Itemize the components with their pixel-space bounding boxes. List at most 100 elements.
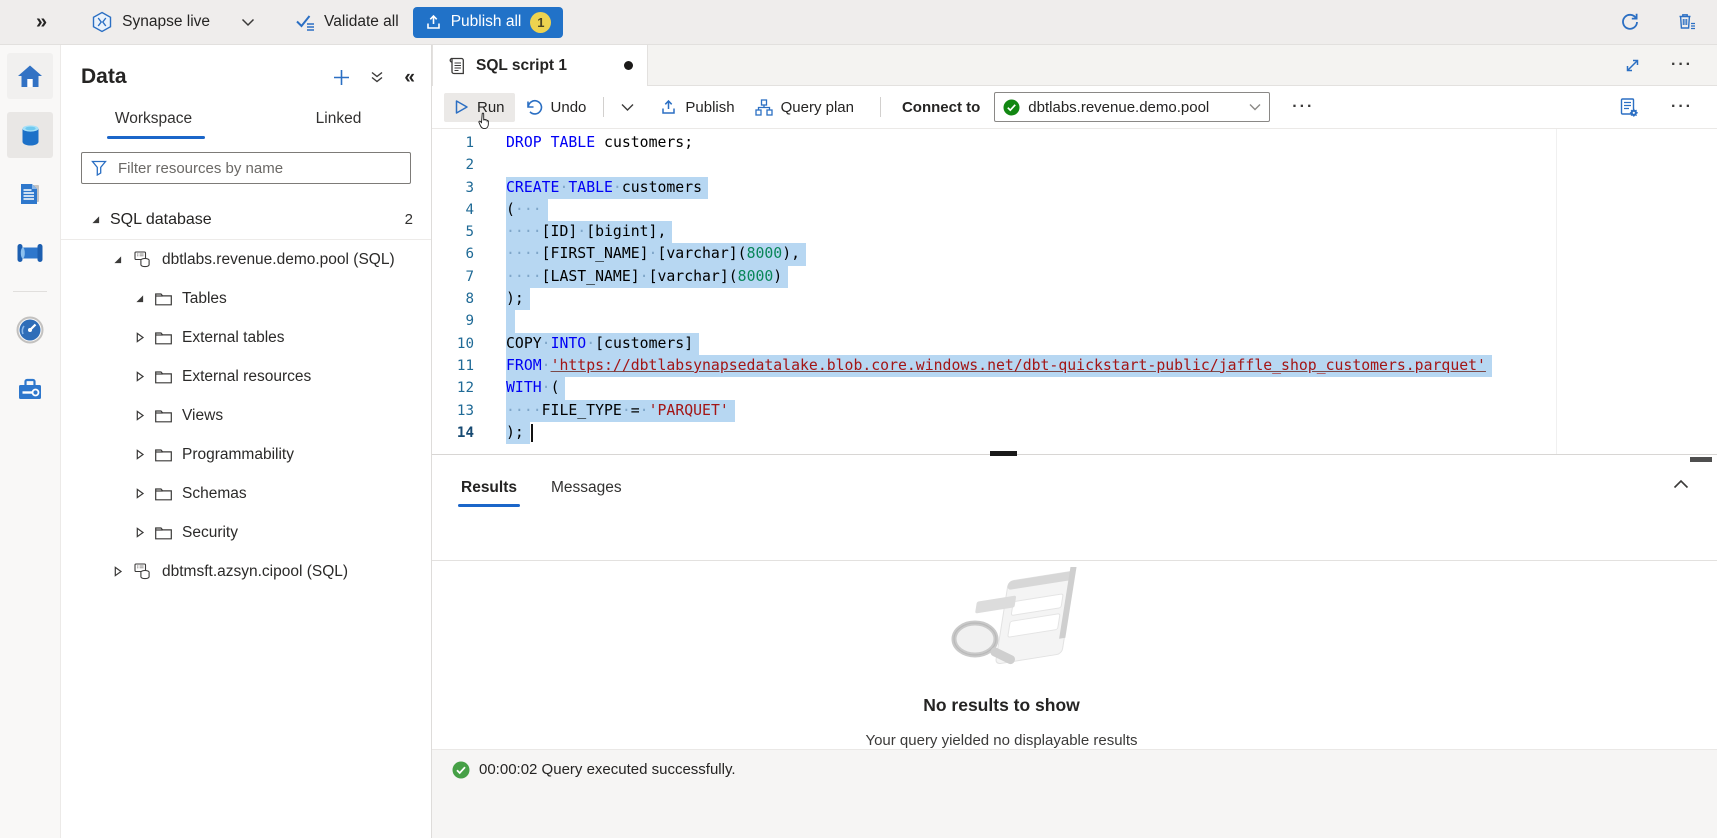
code-line-7[interactable]: 7····[LAST_NAME]·[varchar](8000) (432, 266, 1717, 288)
publish-all-button[interactable]: Publish all 1 (413, 7, 564, 38)
code-line-3[interactable]: 3CREATE·TABLE·customers (432, 177, 1717, 199)
code-line-12[interactable]: 12WITH·( (432, 377, 1717, 399)
toolbox-icon (16, 376, 44, 402)
no-results-subtitle: Your query yielded no displayable result… (432, 732, 1571, 749)
tab-workspace[interactable]: Workspace (61, 101, 246, 139)
nav-develop[interactable] (7, 171, 53, 217)
collapse-toggle-icon[interactable] (133, 293, 145, 304)
expand-toggle-icon[interactable] (133, 488, 145, 499)
code-line-14[interactable]: 14); (432, 422, 1717, 444)
collapse-toggle-icon[interactable] (89, 214, 101, 225)
undo-button[interactable]: Undo (515, 93, 597, 122)
tree-item-views[interactable]: Views (61, 396, 431, 435)
run-options-chevron[interactable] (611, 97, 644, 118)
horizontal-scrollbar-thumb[interactable] (1690, 457, 1712, 462)
query-plan-button[interactable]: Query plan (745, 93, 864, 122)
tree-item-dbtmsft-azsyn-cipool-sql[interactable]: dbtmsft.azsyn.cipool (SQL) (61, 552, 431, 591)
code-line-8[interactable]: 8); (432, 288, 1717, 310)
properties-icon[interactable] (1619, 97, 1639, 118)
code-line-13[interactable]: 13····FILE_TYPE·=·'PARQUET' (432, 400, 1717, 422)
expand-toggle-icon[interactable] (133, 410, 145, 421)
expand-toggle-icon[interactable] (133, 527, 145, 538)
code-line-1[interactable]: 1DROP TABLE customers; (432, 132, 1717, 154)
collapse-panel-double-chevron-left-icon[interactable]: « (404, 68, 415, 87)
add-resource-plus-icon[interactable] (333, 69, 350, 86)
code-line-9[interactable]: 9 (432, 310, 1717, 332)
code-line-5[interactable]: 5····[ID]·[bigint], (432, 221, 1717, 243)
tree-item-security[interactable]: Security (61, 513, 431, 552)
validate-all-button[interactable]: Validate all (295, 13, 399, 31)
data-panel-tabs: Workspace Linked (61, 101, 431, 139)
selection-highlight: CREATE·TABLE·customers (506, 177, 708, 199)
tree-item-label: dbtmsft.azsyn.cipool (SQL) (162, 563, 348, 581)
selection-highlight (506, 310, 515, 332)
nav-home[interactable] (7, 53, 53, 99)
filter-resources-input[interactable] (116, 159, 401, 178)
nav-data[interactable] (7, 112, 53, 158)
editor-toolbar: Run Undo Pub (432, 86, 1717, 129)
tree-item-label: dbtlabs.revenue.demo.pool (SQL) (162, 251, 395, 269)
expand-toggle-icon[interactable] (133, 332, 145, 343)
line-content (474, 154, 506, 176)
selection-highlight: ····[ID]·[bigint], (506, 221, 672, 243)
tree-item-external-tables[interactable]: External tables (61, 318, 431, 357)
code-line-10[interactable]: 10COPY·INTO·[customers] (432, 333, 1717, 355)
chevron-down-icon[interactable] (241, 18, 255, 27)
undo-icon (525, 99, 543, 116)
tree-item-dbtlabs-revenue-demo-pool-sql[interactable]: dbtlabs.revenue.demo.pool (SQL) (61, 240, 431, 279)
database-cylinder-icon (17, 122, 44, 149)
refresh-icon[interactable] (1620, 12, 1640, 32)
expand-toggle-icon[interactable] (133, 371, 145, 382)
tree-item-sql-database[interactable]: SQL database2 (61, 200, 431, 240)
nav-monitor[interactable] (7, 307, 53, 353)
code-line-4[interactable]: 4(··· (432, 199, 1717, 221)
selection-highlight: COPY·INTO·[customers] (506, 333, 699, 355)
expand-toggle-icon[interactable] (133, 449, 145, 460)
sql-pool-database-icon (132, 562, 153, 581)
tab-linked[interactable]: Linked (246, 101, 431, 139)
code-line-6[interactable]: 6····[FIRST_NAME]·[varchar](8000), (432, 243, 1717, 265)
mode-switcher[interactable]: Synapse live (91, 11, 255, 33)
collapse-toggle-icon[interactable] (111, 254, 123, 265)
pane-drag-handle[interactable] (990, 451, 1017, 456)
connected-pool-value: dbtlabs.revenue.demo.pool (1028, 99, 1241, 116)
tree-item-label: External tables (182, 329, 285, 347)
tree-item-external-resources[interactable]: External resources (61, 357, 431, 396)
expand-editor-icon[interactable] (1624, 57, 1641, 74)
tab-messages[interactable]: Messages (548, 473, 625, 507)
editor-more-ellipsis-icon[interactable]: ··· (1671, 99, 1693, 115)
tree-item-tables[interactable]: Tables (61, 279, 431, 318)
code-line-2[interactable]: 2 (432, 154, 1717, 176)
filter-resources-box[interactable] (81, 152, 411, 184)
chevron-down-icon (1249, 103, 1261, 111)
toolbar-divider (880, 97, 881, 117)
tree-item-schemas[interactable]: Schemas (61, 474, 431, 513)
toolbar-more-ellipsis-icon[interactable]: ··· (1292, 99, 1314, 115)
folder-icon (154, 525, 173, 541)
code-line-11[interactable]: 11FROM·'https://dbtlabsynapsedatalake.bl… (432, 355, 1717, 377)
tree-item-programmability[interactable]: Programmability (61, 435, 431, 474)
expand-toggle-icon[interactable] (111, 566, 123, 577)
line-number: 1 (432, 132, 474, 154)
nav-manage[interactable] (7, 366, 53, 412)
results-panel-header: Results Messages (432, 463, 1717, 561)
connect-pool-dropdown[interactable]: dbtlabs.revenue.demo.pool (994, 92, 1270, 122)
publish-button[interactable]: Publish (650, 93, 744, 122)
tree-item-label: Security (182, 524, 238, 542)
nav-integrate[interactable] (7, 230, 53, 276)
tab-title: SQL script 1 (476, 57, 614, 75)
line-content: ····[LAST_NAME]·[varchar](8000) (474, 266, 788, 288)
publish-upload-icon (660, 99, 677, 116)
text-cursor (531, 424, 533, 442)
double-chevron-down-icon[interactable] (370, 70, 384, 84)
line-number: 12 (432, 377, 474, 399)
tab-more-ellipsis-icon[interactable]: ··· (1671, 57, 1693, 73)
selection-highlight: (··· (506, 199, 548, 221)
double-chevron-right-icon[interactable]: » (36, 12, 47, 32)
tab-results[interactable]: Results (458, 473, 520, 507)
sql-code-editor[interactable]: 1DROP TABLE customers;23CREATE·TABLE·cus… (432, 129, 1717, 454)
collapse-results-chevron-up-icon[interactable] (1673, 479, 1689, 489)
discard-trash-icon[interactable] (1676, 12, 1697, 33)
tab-sql-script-1[interactable]: SQL script 1 (432, 45, 648, 86)
pane-resize-divider[interactable] (432, 454, 1717, 463)
